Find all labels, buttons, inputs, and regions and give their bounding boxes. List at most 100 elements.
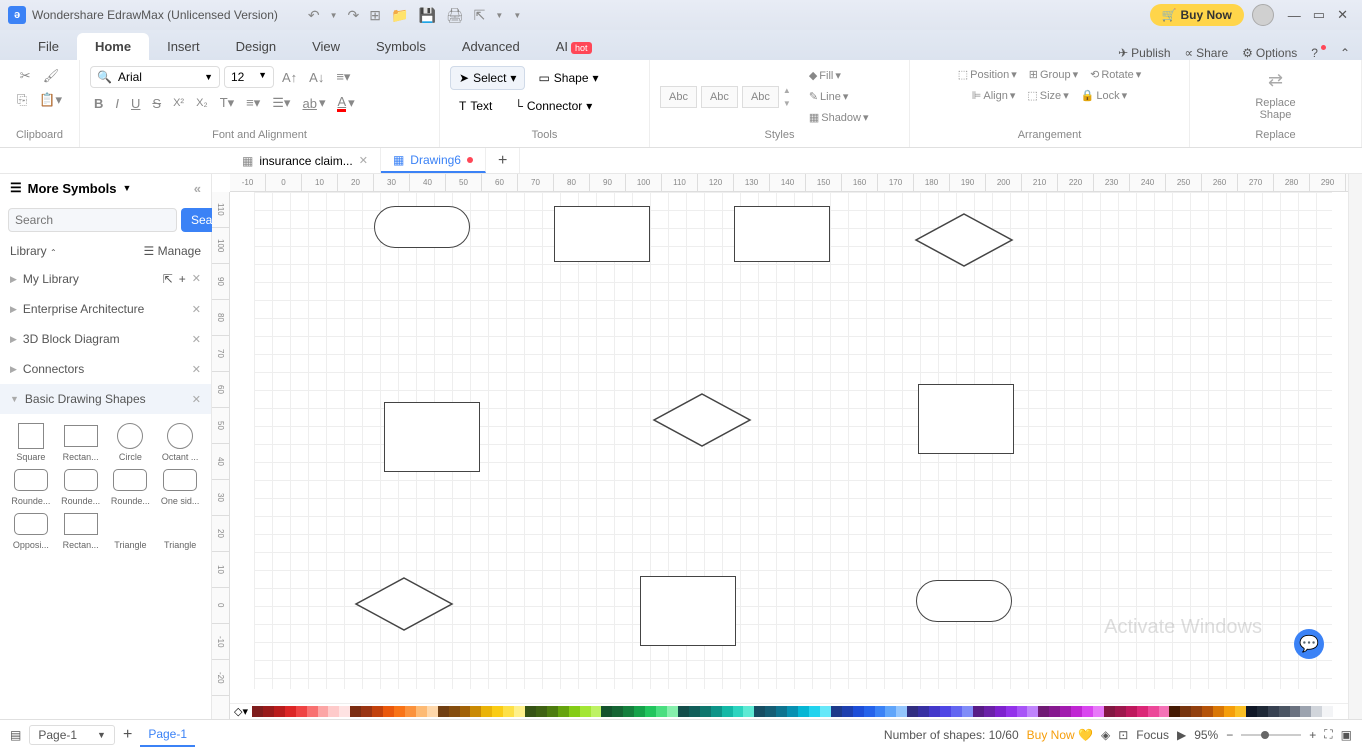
style-preset-1[interactable]: Abc (660, 86, 697, 108)
zoom-in-button[interactable]: + (1309, 728, 1316, 742)
color-swatch[interactable] (940, 706, 951, 717)
color-swatch[interactable] (1311, 706, 1322, 717)
buy-now-button[interactable]: 🛒 Buy Now (1150, 4, 1244, 26)
format-painter-button[interactable]: 🖌 (39, 66, 64, 86)
focus-label[interactable]: Focus (1136, 728, 1169, 742)
tab-advanced[interactable]: Advanced (444, 33, 538, 60)
color-swatch[interactable] (798, 706, 809, 717)
color-picker-icon[interactable]: ◇▾ (234, 705, 248, 718)
font-size-select[interactable]: 12 ▼ (224, 66, 274, 88)
color-swatch[interactable] (558, 706, 569, 717)
color-swatch[interactable] (743, 706, 754, 717)
color-swatch[interactable] (1202, 706, 1213, 717)
tab-design[interactable]: Design (218, 33, 294, 60)
zoom-level[interactable]: 95% (1194, 728, 1218, 742)
color-swatch[interactable] (1235, 706, 1246, 717)
shape-item[interactable]: Rectan... (58, 422, 104, 462)
symbol-search-input[interactable] (8, 208, 177, 232)
select-tool-button[interactable]: ➤Select▾ (450, 66, 525, 90)
color-swatch[interactable] (842, 706, 853, 717)
superscript-button[interactable]: X² (169, 95, 188, 111)
color-swatch[interactable] (722, 706, 733, 717)
fit-page-button[interactable]: ⛶ (1324, 727, 1332, 742)
undo-icon[interactable]: ↶ (308, 7, 320, 24)
shape-item[interactable]: Opposi... (8, 510, 54, 550)
line-button[interactable]: ✎ Line▾ (805, 88, 873, 105)
color-swatch[interactable] (809, 706, 820, 717)
fill-button[interactable]: ◆ Fill▾ (805, 67, 873, 84)
share-button[interactable]: ∝Share (1185, 46, 1229, 60)
color-swatch[interactable] (765, 706, 776, 717)
help-button[interactable]: ? (1311, 46, 1326, 60)
size-button[interactable]: ⬚ Size▾ (1023, 87, 1072, 104)
color-swatch[interactable] (1333, 706, 1344, 717)
color-swatch[interactable] (678, 706, 689, 717)
collapse-ribbon-button[interactable]: ⌃ (1340, 46, 1350, 60)
tab-home[interactable]: Home (77, 33, 149, 60)
color-swatch[interactable] (591, 706, 602, 717)
color-swatch[interactable] (416, 706, 427, 717)
redo-icon[interactable]: ↷ (348, 7, 360, 24)
canvas-shape-diamond-2[interactable] (652, 392, 752, 448)
color-swatch[interactable] (1169, 706, 1180, 717)
color-swatch[interactable] (1322, 706, 1333, 717)
highlight-button[interactable]: ab▾ (298, 93, 329, 113)
color-swatch[interactable] (700, 706, 711, 717)
color-swatch[interactable] (350, 706, 361, 717)
tab-file[interactable]: File (20, 33, 77, 60)
page-tab-1[interactable]: Page-1 (140, 723, 195, 747)
color-swatch[interactable] (1017, 706, 1028, 717)
shape-item[interactable]: Rectan... (58, 510, 104, 550)
italic-button[interactable]: I (111, 94, 123, 113)
color-swatch[interactable] (394, 706, 405, 717)
paste-button[interactable]: 📋▾ (35, 90, 66, 110)
document-tab-2[interactable]: ▦ Drawing6 (381, 148, 486, 173)
color-swatch[interactable] (470, 706, 481, 717)
minimize-button[interactable]: — (1288, 8, 1301, 23)
category-basic-shapes[interactable]: ▼Basic Drawing Shapes✕ (0, 384, 211, 414)
color-swatch[interactable] (1213, 706, 1224, 717)
category-connectors[interactable]: ▶Connectors✕ (0, 354, 211, 384)
import-lib-icon[interactable]: ⇱ (163, 272, 173, 286)
zoom-out-button[interactable]: − (1226, 728, 1233, 742)
options-button[interactable]: ⚙Options (1242, 46, 1297, 60)
color-swatch[interactable] (875, 706, 886, 717)
color-swatch[interactable] (318, 706, 329, 717)
color-swatch[interactable] (929, 706, 940, 717)
color-swatch[interactable] (503, 706, 514, 717)
shape-item[interactable]: Rounde... (58, 466, 104, 506)
color-swatch[interactable] (1049, 706, 1060, 717)
collapse-sidebar-button[interactable]: « (194, 181, 201, 196)
page-select[interactable]: Page-1▼ (29, 725, 115, 745)
color-swatch[interactable] (820, 706, 831, 717)
publish-button[interactable]: ✈Publish (1118, 46, 1170, 60)
case-button[interactable]: T▾ (216, 93, 238, 113)
color-swatch[interactable] (449, 706, 460, 717)
color-swatch[interactable] (634, 706, 645, 717)
close-cat-icon[interactable]: ✕ (192, 303, 201, 316)
color-swatch[interactable] (995, 706, 1006, 717)
focus-icon[interactable]: ⊡ (1118, 728, 1128, 742)
color-swatch[interactable] (1180, 706, 1191, 717)
more-symbols-label[interactable]: More Symbols (28, 181, 117, 196)
undo-dropdown[interactable]: ▼ (330, 11, 338, 20)
color-swatch[interactable] (536, 706, 547, 717)
color-swatch[interactable] (885, 706, 896, 717)
color-swatch[interactable] (460, 706, 471, 717)
shape-item[interactable]: Rounde... (8, 466, 54, 506)
shape-item[interactable]: Circle (108, 422, 154, 462)
color-swatch[interactable] (1257, 706, 1268, 717)
library-label[interactable]: Library ⌃ (10, 244, 57, 258)
color-swatch[interactable] (481, 706, 492, 717)
group-button[interactable]: ⊞ Group▾ (1025, 66, 1082, 83)
tab-ai[interactable]: AIhot (538, 33, 610, 60)
copy-button[interactable]: ⎘ (13, 90, 31, 110)
color-swatch[interactable] (1268, 706, 1279, 717)
color-swatch[interactable] (361, 706, 372, 717)
color-swatch[interactable] (951, 706, 962, 717)
rotate-button[interactable]: ⟲ Rotate▾ (1086, 66, 1145, 83)
tab-insert[interactable]: Insert (149, 33, 218, 60)
close-lib-icon[interactable]: ✕ (192, 272, 201, 286)
color-swatch[interactable] (492, 706, 503, 717)
numbering-button[interactable]: ☰▾ (268, 93, 294, 113)
